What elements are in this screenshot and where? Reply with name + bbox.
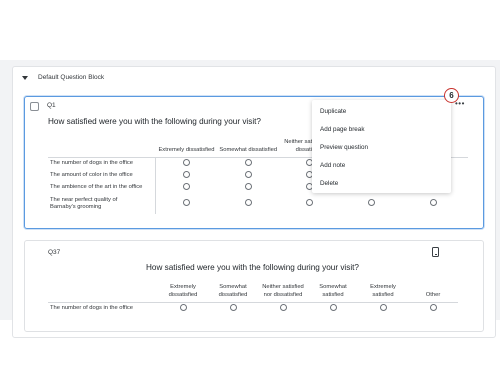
callout-badge: 6 [444,88,459,103]
radio-button[interactable] [183,171,191,178]
block-header[interactable]: Default Question Block [22,74,104,81]
row-label: The ambience of the art in the office [48,181,157,194]
column-header: Extremely dissatisfied [168,283,198,298]
radio-button[interactable] [179,304,187,311]
more-horizontal-icon[interactable]: ••• [455,100,465,108]
row-label: The number of dogs in the office [48,157,157,170]
question-matrix-q37: Extremely dissatisfied Somewhat dissatis… [48,280,458,315]
table-row: The number of dogs in the office [48,301,458,315]
collapse-caret-icon[interactable] [22,75,28,80]
radio-button[interactable] [244,159,252,166]
radio-button[interactable] [329,304,337,311]
column-header: Neither satisfied nor dissatisfied [262,283,304,298]
column-header: Extremely dissatisfied [155,135,218,158]
radio-button[interactable] [244,171,252,178]
matrix-corner [48,135,156,158]
radio-button[interactable] [368,199,376,206]
mobile-phone-icon[interactable] [432,247,439,257]
radio-button[interactable] [229,304,237,311]
table-row: The near perfect quality of Barnaby's gr… [48,193,468,214]
survey-editor: Default Question Block Q1 How satisfied … [0,0,500,375]
menu-item-duplicate[interactable]: Duplicate [312,102,451,120]
question-context-menu: Duplicate Add page break Preview questio… [312,100,451,193]
radio-button[interactable] [183,183,191,190]
radio-button[interactable] [183,159,191,166]
question-id: Q37 [48,249,61,256]
row-label: The near perfect quality of Barnaby's gr… [48,193,157,214]
radio-button[interactable] [429,199,437,206]
question-id: Q1 [47,102,56,109]
radio-button[interactable] [429,304,437,311]
row-label: The number of dogs in the office [48,301,158,315]
radio-button[interactable] [279,304,287,311]
menu-item-add-page-break[interactable]: Add page break [312,120,451,138]
question-select-checkbox[interactable] [30,102,39,111]
column-header: Somewhat dissatisfied [217,135,280,158]
column-header: Extremely satisfied [370,283,396,298]
block-title: Default Question Block [38,74,105,81]
column-header: Other [425,291,441,298]
column-header: Somewhat satisfied [319,283,347,298]
radio-button[interactable] [306,199,314,206]
radio-button[interactable] [244,183,252,190]
column-header: Somewhat dissatisfied [218,283,248,298]
row-label: The amount of color in the office [48,169,157,182]
menu-item-preview-question[interactable]: Preview question [312,138,451,156]
matrix-corner [48,280,158,302]
menu-item-add-note[interactable]: Add note [312,157,451,175]
column-header [463,135,468,158]
radio-button[interactable] [379,304,387,311]
question-text[interactable]: How satisfied were you with the followin… [146,263,359,272]
radio-button[interactable] [183,199,191,206]
menu-item-delete[interactable]: Delete [312,175,451,193]
question-text[interactable]: How satisfied were you with the followin… [48,117,261,126]
radio-button[interactable] [244,199,252,206]
